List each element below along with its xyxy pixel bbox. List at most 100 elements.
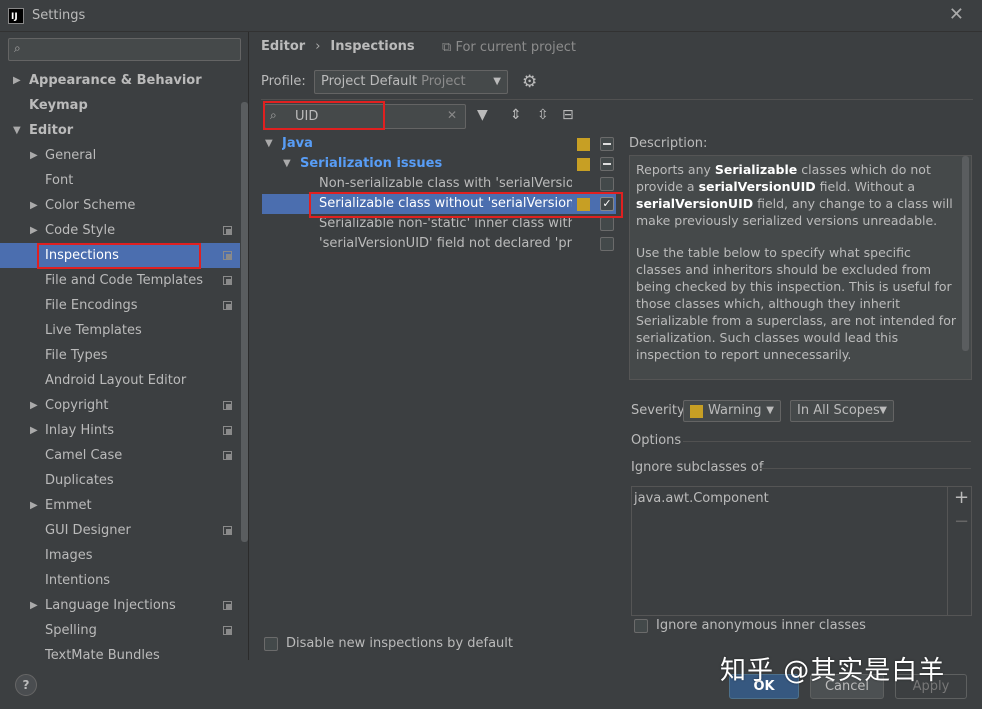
- sidebar-item-label: General: [45, 148, 97, 163]
- inspection-checkbox[interactable]: [600, 217, 614, 231]
- sidebar-item-label: Copyright: [45, 398, 109, 413]
- chevron-down-icon[interactable]: ▼: [13, 118, 21, 143]
- clear-icon[interactable]: ✕: [447, 108, 457, 122]
- profile-dropdown[interactable]: Project Default Project ▼: [314, 70, 508, 94]
- sidebar-item-label: Intentions: [45, 573, 111, 588]
- sidebar-item-general[interactable]: ▶ General: [0, 143, 240, 168]
- inspection-group-row[interactable]: ▼ Java: [262, 134, 616, 154]
- sidebar-item-language-injections[interactable]: ▶ Language Injections: [0, 593, 240, 618]
- ok-button[interactable]: OK: [729, 674, 799, 699]
- description-paragraph-1: Reports any Serializable classes which d…: [636, 161, 957, 229]
- sidebar-item-duplicates[interactable]: Duplicates: [0, 468, 240, 493]
- chevron-right-icon[interactable]: ▶: [30, 393, 38, 418]
- disable-new-checkbox[interactable]: [264, 636, 278, 651]
- chevron-down-icon[interactable]: ▼: [265, 134, 273, 154]
- description-title: Description:: [629, 136, 708, 151]
- inspection-checkbox[interactable]: [600, 137, 614, 151]
- breadcrumb-root[interactable]: Editor: [261, 39, 305, 54]
- close-icon[interactable]: ✕: [949, 4, 964, 25]
- chevron-right-icon[interactable]: ▶: [30, 418, 38, 443]
- help-button[interactable]: ?: [15, 674, 37, 696]
- sidebar-item-live-templates[interactable]: Live Templates: [0, 318, 240, 343]
- description-scrollbar[interactable]: [962, 156, 969, 351]
- breadcrumb-current: Inspections: [330, 38, 415, 54]
- inspection-row[interactable]: 'serialVersionUID' field not declared 'p…: [262, 234, 616, 254]
- collapse-all-icon[interactable]: ⇳: [537, 107, 549, 123]
- apply-button[interactable]: Apply: [895, 674, 967, 699]
- inspection-group-row[interactable]: ▼ Serialization issues: [262, 154, 616, 174]
- add-icon[interactable]: +: [954, 487, 969, 508]
- sidebar-item-camel-case[interactable]: Camel Case: [0, 443, 240, 468]
- project-scope-icon: [223, 626, 232, 635]
- sidebar-item-file-types[interactable]: File Types: [0, 343, 240, 368]
- inspection-row[interactable]: Serializable class without 'serialVersio…: [262, 194, 616, 214]
- sidebar-scrollbar[interactable]: [241, 102, 248, 542]
- description-keyword: serialVersionUID: [636, 196, 754, 211]
- severity-dropdown[interactable]: Warning ▼: [683, 400, 781, 422]
- sidebar-item-color-scheme[interactable]: ▶ Color Scheme: [0, 193, 240, 218]
- gear-icon[interactable]: ⚙: [522, 72, 537, 92]
- ignore-anonymous-row[interactable]: Ignore anonymous inner classes: [634, 618, 866, 633]
- sidebar-item-label: File and Code Templates: [45, 273, 203, 288]
- settings-search-input[interactable]: ⌕: [8, 38, 241, 61]
- sidebar-item-label: Code Style: [45, 223, 116, 238]
- ignore-anonymous-checkbox[interactable]: [634, 618, 648, 633]
- sidebar-item-emmet[interactable]: ▶ Emmet: [0, 493, 240, 518]
- chevron-down-icon[interactable]: ▼: [283, 154, 291, 174]
- inspection-filter-input[interactable]: ⌕ UID ✕: [264, 104, 466, 129]
- sidebar-item-font[interactable]: Font: [0, 168, 240, 193]
- chevron-down-icon: ▼: [766, 405, 774, 416]
- sidebar-item-file-encodings[interactable]: File Encodings: [0, 293, 240, 318]
- sidebar-item-file-and-code-templates[interactable]: File and Code Templates: [0, 268, 240, 293]
- sidebar-item-gui-designer[interactable]: GUI Designer: [0, 518, 240, 543]
- profile-label: Profile:: [261, 74, 306, 89]
- scope-dropdown[interactable]: In All Scopes ▼: [790, 400, 894, 422]
- chevron-right-icon[interactable]: ▶: [30, 493, 38, 518]
- separator: [760, 468, 971, 469]
- sidebar-item-code-style[interactable]: ▶ Code Style: [0, 218, 240, 243]
- cancel-button[interactable]: Cancel: [810, 674, 884, 699]
- project-scope-icon: ⧉: [442, 40, 452, 55]
- sidebar-item-label: GUI Designer: [45, 523, 131, 538]
- ignore-subclasses-list: java.awt.Component + −: [631, 486, 972, 616]
- inspection-row[interactable]: Serializable non-'static' inner class wi…: [262, 214, 616, 234]
- inspection-label: Non-serializable class with 'serialVersi…: [319, 176, 572, 191]
- search-icon: ⌕: [14, 41, 21, 55]
- profile-value: Project Default: [321, 74, 418, 89]
- sidebar-item-appearance-behavior[interactable]: ▶ Appearance & Behavior: [0, 68, 240, 93]
- chevron-right-icon[interactable]: ▶: [30, 218, 38, 243]
- description-paragraph-2: Use the table below to specify what spec…: [636, 245, 956, 362]
- sidebar-item-spelling[interactable]: Spelling: [0, 618, 240, 643]
- remove-icon[interactable]: −: [954, 511, 969, 532]
- sidebar-item-label: Emmet: [45, 498, 92, 513]
- chevron-right-icon[interactable]: ▶: [30, 593, 38, 618]
- inspection-checkbox[interactable]: [600, 177, 614, 191]
- inspection-checkbox[interactable]: [600, 157, 614, 171]
- project-scope-icon: [223, 401, 232, 410]
- sidebar-item-android-layout-editor[interactable]: Android Layout Editor: [0, 368, 240, 393]
- sidebar-item-intentions[interactable]: Intentions: [0, 568, 240, 593]
- filter-icon[interactable]: ▼: [477, 107, 488, 123]
- sidebar-item-editor[interactable]: ▼ Editor: [0, 118, 240, 143]
- inspection-checkbox[interactable]: ✓: [600, 197, 614, 211]
- sidebar-item-keymap[interactable]: Keymap: [0, 93, 240, 118]
- sidebar-item-inspections[interactable]: Inspections: [0, 243, 240, 268]
- chevron-right-icon[interactable]: ▶: [30, 193, 38, 218]
- sidebar-item-copyright[interactable]: ▶ Copyright: [0, 393, 240, 418]
- intellij-app-icon: IJ: [8, 7, 24, 24]
- chevron-right-icon[interactable]: ▶: [13, 68, 21, 93]
- disable-new-inspections-row[interactable]: Disable new inspections by default: [264, 636, 513, 651]
- inspection-row[interactable]: Non-serializable class with 'serialVersi…: [262, 174, 616, 194]
- description-text: Reports any: [636, 162, 715, 177]
- for-current-project-label: For current project: [455, 40, 577, 55]
- inspection-checkbox[interactable]: [600, 237, 614, 251]
- search-icon: ⌕: [270, 108, 277, 122]
- chevron-right-icon[interactable]: ▶: [30, 143, 38, 168]
- sidebar-item-inlay-hints[interactable]: ▶ Inlay Hints: [0, 418, 240, 443]
- list-item[interactable]: java.awt.Component: [634, 491, 769, 506]
- sidebar-item-label: Language Injections: [45, 598, 176, 613]
- sidebar-item-label: Camel Case: [45, 448, 123, 463]
- reset-icon[interactable]: ⊟: [562, 107, 574, 123]
- expand-all-icon[interactable]: ⇕: [510, 107, 522, 123]
- sidebar-item-images[interactable]: Images: [0, 543, 240, 568]
